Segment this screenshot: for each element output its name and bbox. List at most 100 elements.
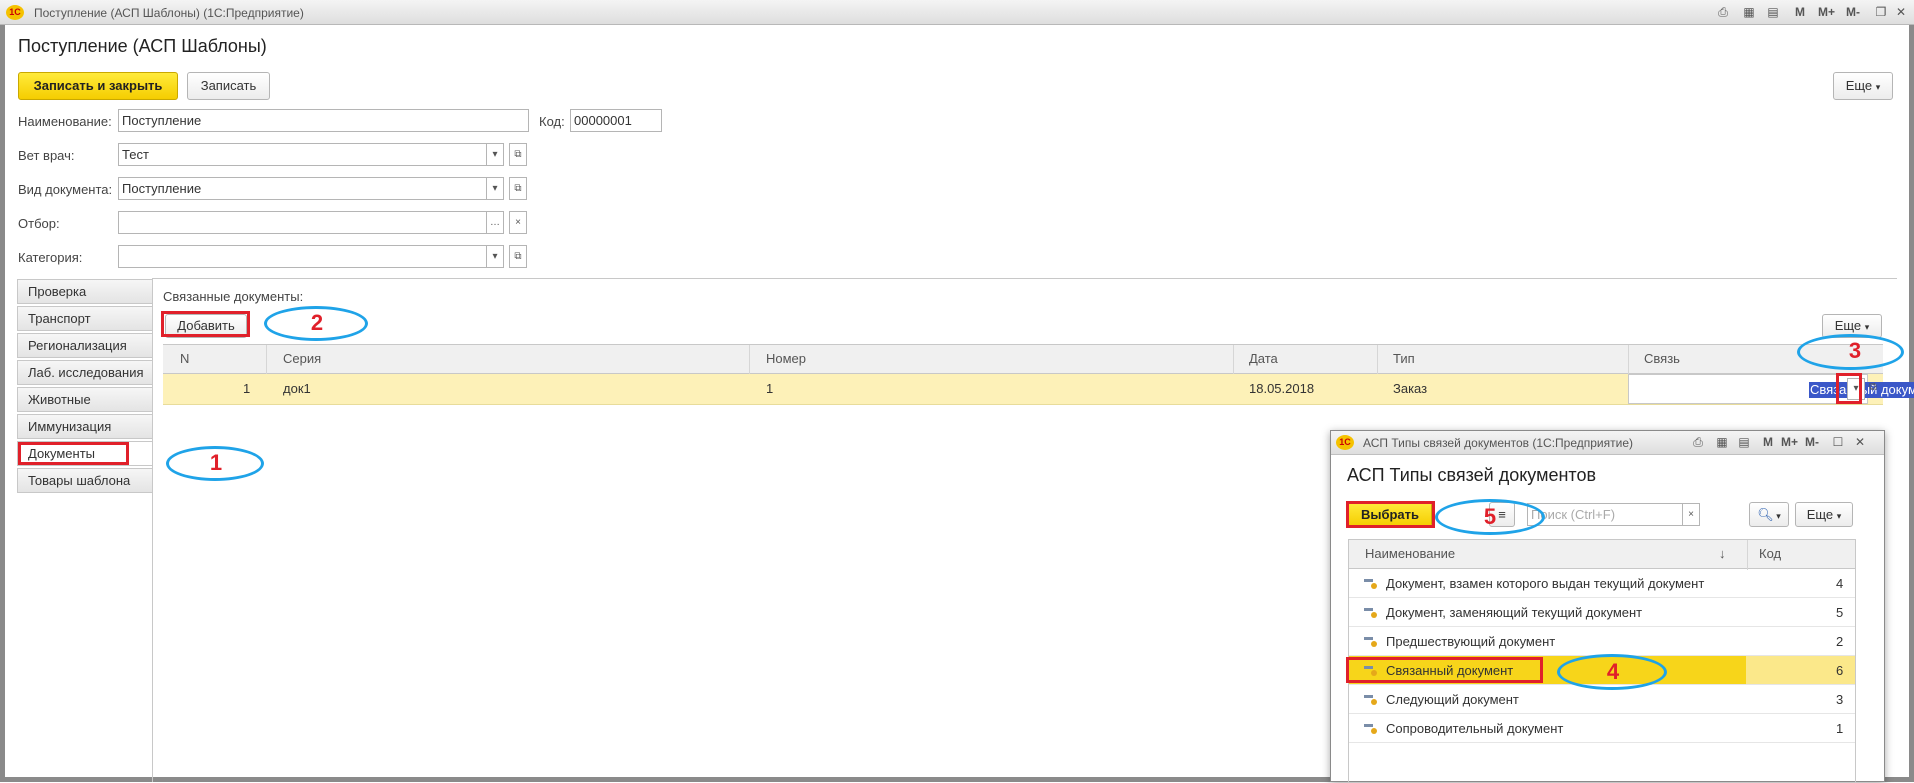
item-name: Следующий документ [1386,692,1519,707]
vet-dropdown-button[interactable]: ▾ [486,143,504,166]
popup-window-title: АСП Типы связей документов (1С:Предприят… [1363,436,1633,450]
category-field[interactable] [118,245,487,268]
tab-proverka[interactable]: Проверка [17,279,153,304]
list-item[interactable]: Сопроводительный документ 1 [1348,714,1856,743]
annotation-box-1 [18,442,129,465]
m-plus-button[interactable]: M+ [1781,435,1798,449]
col-divider [1377,345,1378,375]
popup-app-logo: 1С [1336,435,1354,450]
annotation-number-3: 3 [1848,338,1862,363]
col-divider [749,345,750,375]
cell-series: док1 [283,381,311,396]
link-cell-editor[interactable]: Связанный документ [1628,374,1914,404]
more-label: Еще [1845,78,1873,93]
annotation-box-2 [161,311,250,337]
list-item[interactable]: Предшествующий документ 2 [1348,627,1856,656]
title-bar: 1С Поступление (АСП Шаблоны) (1С:Предпри… [0,0,1914,25]
m-button[interactable]: M [1795,5,1805,19]
col-divider [1747,540,1748,570]
m-button[interactable]: M [1763,435,1773,449]
doctype-dropdown-button[interactable]: ▾ [486,177,504,200]
vet-open-icon[interactable]: ⧉ [509,143,527,166]
print-icon[interactable]: ⎙ [1714,3,1732,21]
popup-more-button[interactable]: Еще ▾ [1795,502,1853,527]
col-date[interactable]: Дата [1249,345,1278,373]
code-field[interactable]: 00000001 [570,109,662,132]
vet-label: Вет врач: [18,148,75,163]
item-code: 3 [1836,692,1844,707]
filter-field[interactable] [118,211,487,234]
search-button[interactable]: 🔍︎ ▾ [1749,502,1789,527]
m-plus-button[interactable]: M+ [1818,5,1835,19]
item-code: 4 [1836,576,1844,591]
item-icon [1364,695,1377,705]
name-field[interactable]: Поступление [118,109,529,132]
list-item[interactable]: Документ, взамен которого выдан текущий … [1348,569,1856,598]
filter-select-button[interactable]: … [486,211,504,234]
vet-field[interactable]: Тест [118,143,487,166]
linked-docs-label: Связанные документы: [163,289,304,304]
col-code[interactable]: Код [1759,540,1781,568]
list-item[interactable]: Документ, заменяющий текущий документ 5 [1348,598,1856,627]
filter-clear-icon[interactable]: × [509,211,527,234]
close-icon[interactable]: ✕ [1892,3,1910,21]
search-clear-icon[interactable]: × [1682,503,1700,526]
tab-regionalization[interactable]: Регионализация [17,333,153,358]
annotation-box-3 [1836,373,1862,404]
doctype-open-icon[interactable]: ⧉ [509,177,527,200]
item-icon [1364,637,1377,647]
item-icon [1364,579,1377,589]
tab-lab-research[interactable]: Лаб. исследования [17,360,153,385]
maximize-icon[interactable]: ☐ [1829,433,1847,451]
item-name: Документ, заменяющий текущий документ [1386,605,1643,620]
col-n[interactable]: N [180,345,189,373]
item-code: 2 [1836,634,1844,649]
annotation-box-4 [1346,657,1543,683]
col-divider [1233,345,1234,375]
m-minus-button[interactable]: M- [1805,435,1819,449]
close-icon[interactable]: ✕ [1851,433,1869,451]
popup-more-label: Еще [1806,507,1834,522]
search-icon: 🔍︎ [1757,507,1774,522]
chevron-down-icon: ▾ [1773,511,1781,521]
popup-title-bar: 1С АСП Типы связей документов (1С:Предпр… [1331,431,1884,455]
cell-n: 1 [243,381,251,396]
col-link[interactable]: Связь [1644,345,1680,373]
save-and-close-button[interactable]: Записать и закрыть [18,72,178,100]
restore-icon[interactable]: ❐ [1872,3,1890,21]
m-minus-button[interactable]: M- [1846,5,1860,19]
search-input[interactable]: Поиск (Ctrl+F) [1527,503,1683,526]
item-name: Сопроводительный документ [1386,721,1564,736]
col-name[interactable]: Наименование [1365,540,1455,568]
annotation-number-1: 1 [209,450,223,475]
chevron-down-icon: ▾ [1836,511,1842,521]
tab-immunization[interactable]: Иммунизация [17,414,153,439]
item-code: 5 [1836,605,1844,620]
link-types-popup: 1С АСП Типы связей документов (1С:Предпр… [1330,430,1885,783]
calendar-icon[interactable]: ▤ [1764,3,1782,21]
table-row[interactable]: 1 док1 1 18.05.2018 Заказ Связанный доку… [163,374,1914,405]
doctype-field[interactable]: Поступление [118,177,487,200]
calendar-icon[interactable]: ▤ [1735,433,1753,451]
category-dropdown-button[interactable]: ▾ [486,245,504,268]
item-icon [1364,724,1377,734]
linked-more-label: Еще [1834,318,1862,333]
calculator-icon[interactable]: ▦ [1713,433,1731,451]
tab-animals[interactable]: Животные [17,387,153,412]
col-number[interactable]: Номер [766,345,806,373]
tab-transport[interactable]: Транспорт [17,306,153,331]
print-icon[interactable]: ⎙ [1689,433,1707,451]
category-open-icon[interactable]: ⧉ [509,245,527,268]
tab-template-goods[interactable]: Товары шаблона [17,468,153,493]
code-label: Код: [539,114,565,129]
filter-label: Отбор: [18,216,60,231]
chevron-down-icon: ▾ [1864,322,1870,332]
calculator-icon[interactable]: ▦ [1740,3,1758,21]
more-button[interactable]: Еще ▾ [1833,72,1893,100]
save-button[interactable]: Записать [187,72,270,100]
link-open-icon[interactable]: ⧉ [1869,381,1877,394]
window-title: Поступление (АСП Шаблоны) (1С:Предприяти… [34,6,304,20]
item-name: Предшествующий документ [1386,634,1556,649]
col-series[interactable]: Серия [283,345,321,373]
col-type[interactable]: Тип [1393,345,1415,373]
